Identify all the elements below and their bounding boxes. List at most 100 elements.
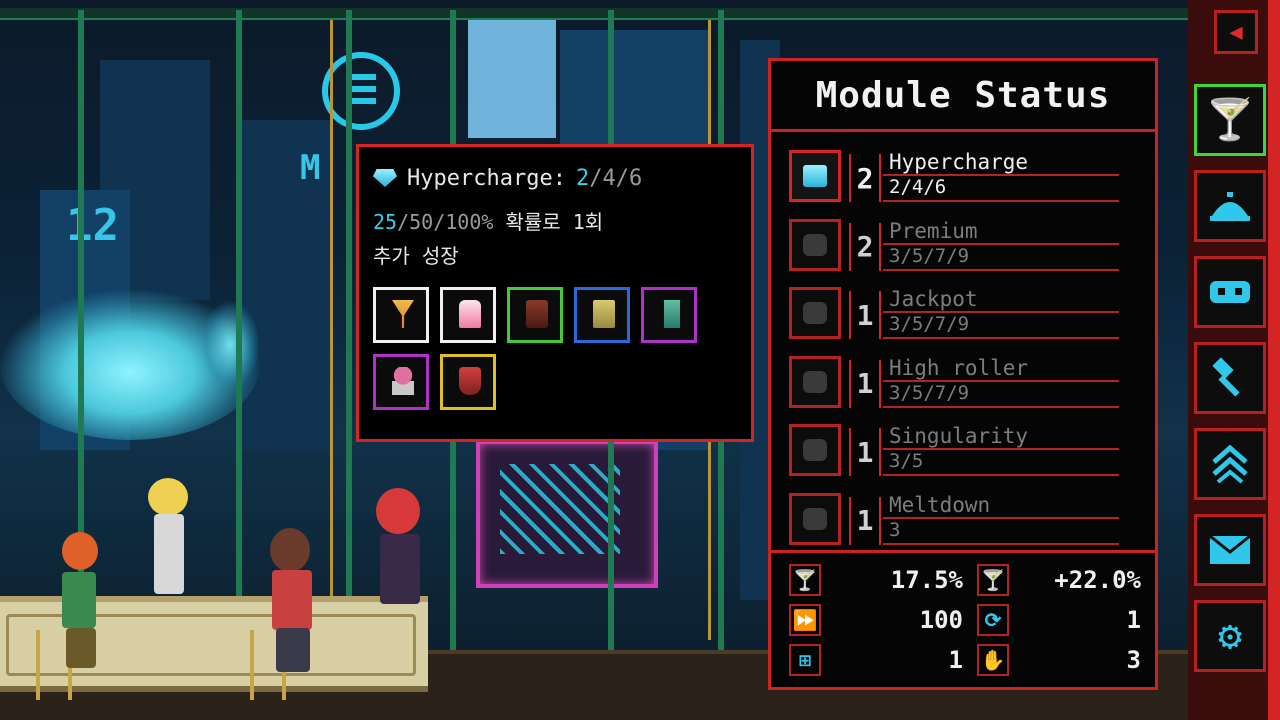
triangle-left-icon: ◀ [1229,19,1243,45]
sidebar-button-hammer[interactable] [1194,342,1266,414]
module-values: 3/5 [889,450,924,472]
module-divider [883,268,1119,271]
module-values: 3/5/7/9 [889,244,970,267]
sidebar-button-upgrade[interactable] [1194,428,1266,500]
module-row[interactable]: 2 Hypercharge 2/4/6 [779,146,1131,210]
tooltip-title-rest: /4/6 [589,165,643,191]
module-icon-frame [789,355,841,408]
fast-forward-icon: ⏩ [789,604,821,636]
cocktail-icon: 🍸 [1205,97,1255,143]
right-sidebar: ◀ 🍸 ⚙ [1188,0,1280,720]
module-divider [883,337,1119,339]
sidebar-button-cocktail[interactable]: 🍸 [1194,84,1266,156]
tooltip-chance-highlight: 25 [373,210,398,234]
tooltip-drink-list [373,287,713,421]
cocktail-stat-icon: 🍸 [789,564,821,596]
module-level: 1 [849,359,881,408]
neon-circle-sign [322,52,400,130]
module-values: 2/4/6 [889,176,947,198]
module-status-title: Module Status [771,61,1155,132]
stat-refresh-value: 1 [1126,606,1141,634]
sidebar-button-settings[interactable]: ⚙ [1194,600,1266,672]
premium-icon [803,233,827,256]
stat-plus: ⊞ 1 [789,641,963,679]
tall-glass-icon [664,300,680,328]
hypercharge-gem-icon [803,165,827,187]
module-name: Premium [889,218,978,243]
module-icon-frame [789,492,841,545]
module-values: 3/5/7/9 [889,381,970,404]
module-stats: 🍸 17.5% 🍸 +22.0% ⏩ 100 ⟳ 1 ⊞ 1 ✋ 3 [771,551,1155,687]
neon-number-sign: 12 [66,200,119,251]
module-values: 3 [889,518,901,541]
stat-hand-value: 3 [1126,646,1141,674]
module-tooltip: Hypercharge: 2 /4/6 25/50/100% 확률로 1회 추가… [356,144,754,442]
tooltip-title: Hypercharge: 2 /4/6 [373,161,737,195]
stat-speed-value: 100 [919,606,963,634]
robot-icon [1210,281,1250,303]
stat-refresh: ⟳ 1 [977,601,1141,639]
gear-icon: ⚙ [1217,613,1243,659]
cloche-icon [1210,192,1250,221]
module-row[interactable]: 1 Jackpot 3/5/7/9 [779,283,1131,347]
upgrade-chevrons-icon [1212,444,1248,484]
meltdown-icon [803,507,827,530]
stat-plus-value: 1 [948,646,963,674]
module-divider [883,516,1119,519]
module-level: 2 [849,222,881,271]
module-row[interactable]: 1 Meltdown 3 [779,489,1131,553]
module-divider [883,200,1119,202]
sidebar-button-mail[interactable] [1194,514,1266,586]
collapse-sidebar-button[interactable]: ◀ [1214,10,1258,54]
module-name: High roller [889,355,1029,380]
module-icon-frame [789,424,841,476]
sidebar-button-cloche[interactable] [1194,170,1266,242]
stat-drink-chance: 🍸 17.5% [789,561,963,599]
red-flask-icon [459,367,481,395]
module-row[interactable]: 2 Premium 3/5/7/9 [779,215,1131,279]
tooltip-description-text: 확률로 1회 [505,210,604,234]
tumbler-icon [593,300,615,328]
high-roller-hat-icon [803,370,827,393]
pink-cocktail-stat-icon: 🍸 [977,564,1009,596]
hammer-icon [1212,357,1240,397]
stat-hand: ✋ 3 [977,641,1141,679]
module-row[interactable]: 1 Singularity 3/5 [779,420,1131,484]
mail-icon [1209,534,1251,564]
sidebar-button-robot[interactable] [1194,256,1266,328]
module-divider [883,542,1119,545]
drink-slot[interactable] [574,287,630,343]
drink-slot[interactable] [507,287,563,343]
module-status-panel: Module Status 2 Hypercharge 2/4/6 2 Premium 3… [768,58,1158,690]
tooltip-title-name: Hypercharge: [407,165,566,191]
hypercharge-gem-icon [373,169,397,187]
module-values: 3/5/7/9 [889,313,970,335]
drink-slot[interactable] [373,354,429,410]
module-list: 2 Hypercharge 2/4/6 2 Premium 3/5/7/9 1 Jackpot… [771,132,1155,553]
module-icon-frame [789,218,841,271]
hologram-whale-tail [200,300,260,390]
stat-speed: ⏩ 100 [789,601,963,639]
stat-bonus: 🍸 +22.0% [977,561,1141,599]
tooltip-description-line2: 추가 성장 [373,244,459,268]
jackpot-icon [803,302,827,324]
gold-rail [330,20,333,640]
module-name: Jackpot [889,287,978,311]
window-frame-bar [346,10,352,650]
module-divider [883,474,1119,476]
cocktail-glass-icon [392,300,414,328]
sidebar-edge [1268,0,1280,720]
drink-slot[interactable] [440,354,496,410]
module-name: Meltdown [889,492,991,517]
skylight [468,18,556,138]
plus-box-icon: ⊞ [789,644,821,676]
module-icon-frame [789,150,841,202]
neon-letter-sign: M [300,148,321,188]
module-row[interactable]: 1 High roller 3/5/7/9 [779,352,1131,416]
module-name: Hypercharge [889,150,1029,174]
hand-icon: ✋ [977,644,1009,676]
drink-slot[interactable] [373,287,429,343]
drink-slot[interactable] [440,287,496,343]
drink-slot[interactable] [641,287,697,343]
ice-cream-drink-icon [392,367,414,395]
